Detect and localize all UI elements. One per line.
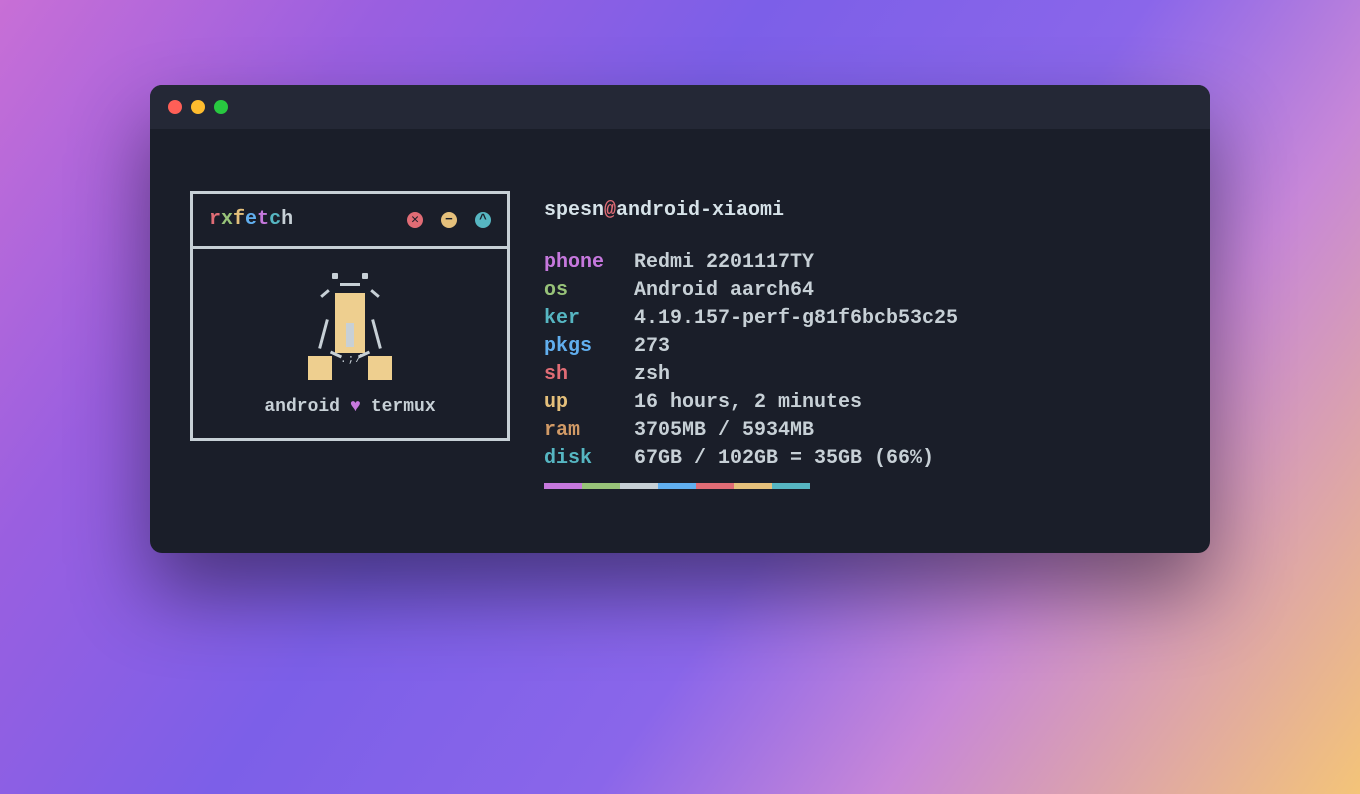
rxfetch-title-char: f [233, 208, 245, 231]
tagline: android ♥ termux [264, 395, 435, 420]
rxfetch-header: rxfetch ✕ − ^ [193, 194, 507, 249]
terminal-body: rxfetch ✕ − ^ .;/ [150, 129, 1210, 553]
info-row-disk: disk67GB / 102GB = 35GB (66%) [544, 445, 1170, 473]
terminal-window: rxfetch ✕ − ^ .;/ [150, 85, 1210, 553]
box-minimize-icon[interactable]: − [441, 212, 457, 228]
color-swatch [658, 483, 696, 489]
close-icon[interactable] [168, 100, 182, 114]
info-value: Android aarch64 [634, 277, 814, 305]
info-key: sh [544, 361, 634, 389]
rxfetch-title-char: t [257, 208, 269, 231]
info-value: 273 [634, 333, 670, 361]
info-value: 16 hours, 2 minutes [634, 389, 862, 417]
info-value: 4.19.157-perf-g81f6bcb53c25 [634, 305, 958, 333]
color-swatch [734, 483, 772, 489]
info-key: up [544, 389, 634, 417]
info-value: zsh [634, 361, 670, 389]
color-swatch [544, 483, 582, 489]
info-rows: phoneRedmi 2201117TYosAndroid aarch64ker… [544, 249, 1170, 473]
info-key: pkgs [544, 333, 634, 361]
info-key: os [544, 277, 634, 305]
system-info: spesn@android-xiaomi phoneRedmi 2201117T… [544, 191, 1170, 489]
color-swatches [544, 483, 1170, 489]
rxfetch-title-char: x [221, 208, 233, 231]
info-row-ker: ker4.19.157-perf-g81f6bcb53c25 [544, 305, 1170, 333]
box-close-icon[interactable]: ✕ [407, 212, 423, 228]
tagline-right: termux [371, 395, 436, 420]
info-value: Redmi 2201117TY [634, 249, 814, 277]
info-key: ker [544, 305, 634, 333]
titlebar[interactable] [150, 85, 1210, 129]
info-key: disk [544, 445, 634, 473]
rxfetch-title-char: c [269, 208, 281, 231]
rxfetch-title: rxfetch [209, 206, 293, 234]
info-key: phone [544, 249, 634, 277]
info-row-phone: phoneRedmi 2201117TY [544, 249, 1170, 277]
rxfetch-box: rxfetch ✕ − ^ .;/ [190, 191, 510, 441]
info-row-sh: shzsh [544, 361, 1170, 389]
rxfetch-body: .;/ android ♥ termux [193, 249, 507, 438]
android-ascii-art: .;/ [300, 269, 400, 389]
rxfetch-controls: ✕ − ^ [407, 212, 491, 228]
rxfetch-title-char: e [245, 208, 257, 231]
info-value: 3705MB / 5934MB [634, 417, 814, 445]
username: spesn [544, 199, 604, 222]
info-row-pkgs: pkgs273 [544, 333, 1170, 361]
info-row-os: osAndroid aarch64 [544, 277, 1170, 305]
color-swatch [582, 483, 620, 489]
info-row-up: up16 hours, 2 minutes [544, 389, 1170, 417]
color-swatch [696, 483, 734, 489]
at-symbol: @ [604, 199, 616, 222]
minimize-icon[interactable] [191, 100, 205, 114]
info-value: 67GB / 102GB = 35GB (66%) [634, 445, 934, 473]
zoom-icon[interactable] [214, 100, 228, 114]
box-up-icon[interactable]: ^ [475, 212, 491, 228]
user-host-line: spesn@android-xiaomi [544, 197, 1170, 225]
color-swatch [620, 483, 658, 489]
rxfetch-title-char: h [281, 208, 293, 231]
color-swatch [810, 483, 848, 489]
hostname: android-xiaomi [616, 199, 784, 222]
rxfetch-title-char: r [209, 208, 221, 231]
color-swatch [772, 483, 810, 489]
info-key: ram [544, 417, 634, 445]
tagline-left: android [264, 395, 340, 420]
info-row-ram: ram3705MB / 5934MB [544, 417, 1170, 445]
heart-icon: ♥ [350, 395, 361, 420]
